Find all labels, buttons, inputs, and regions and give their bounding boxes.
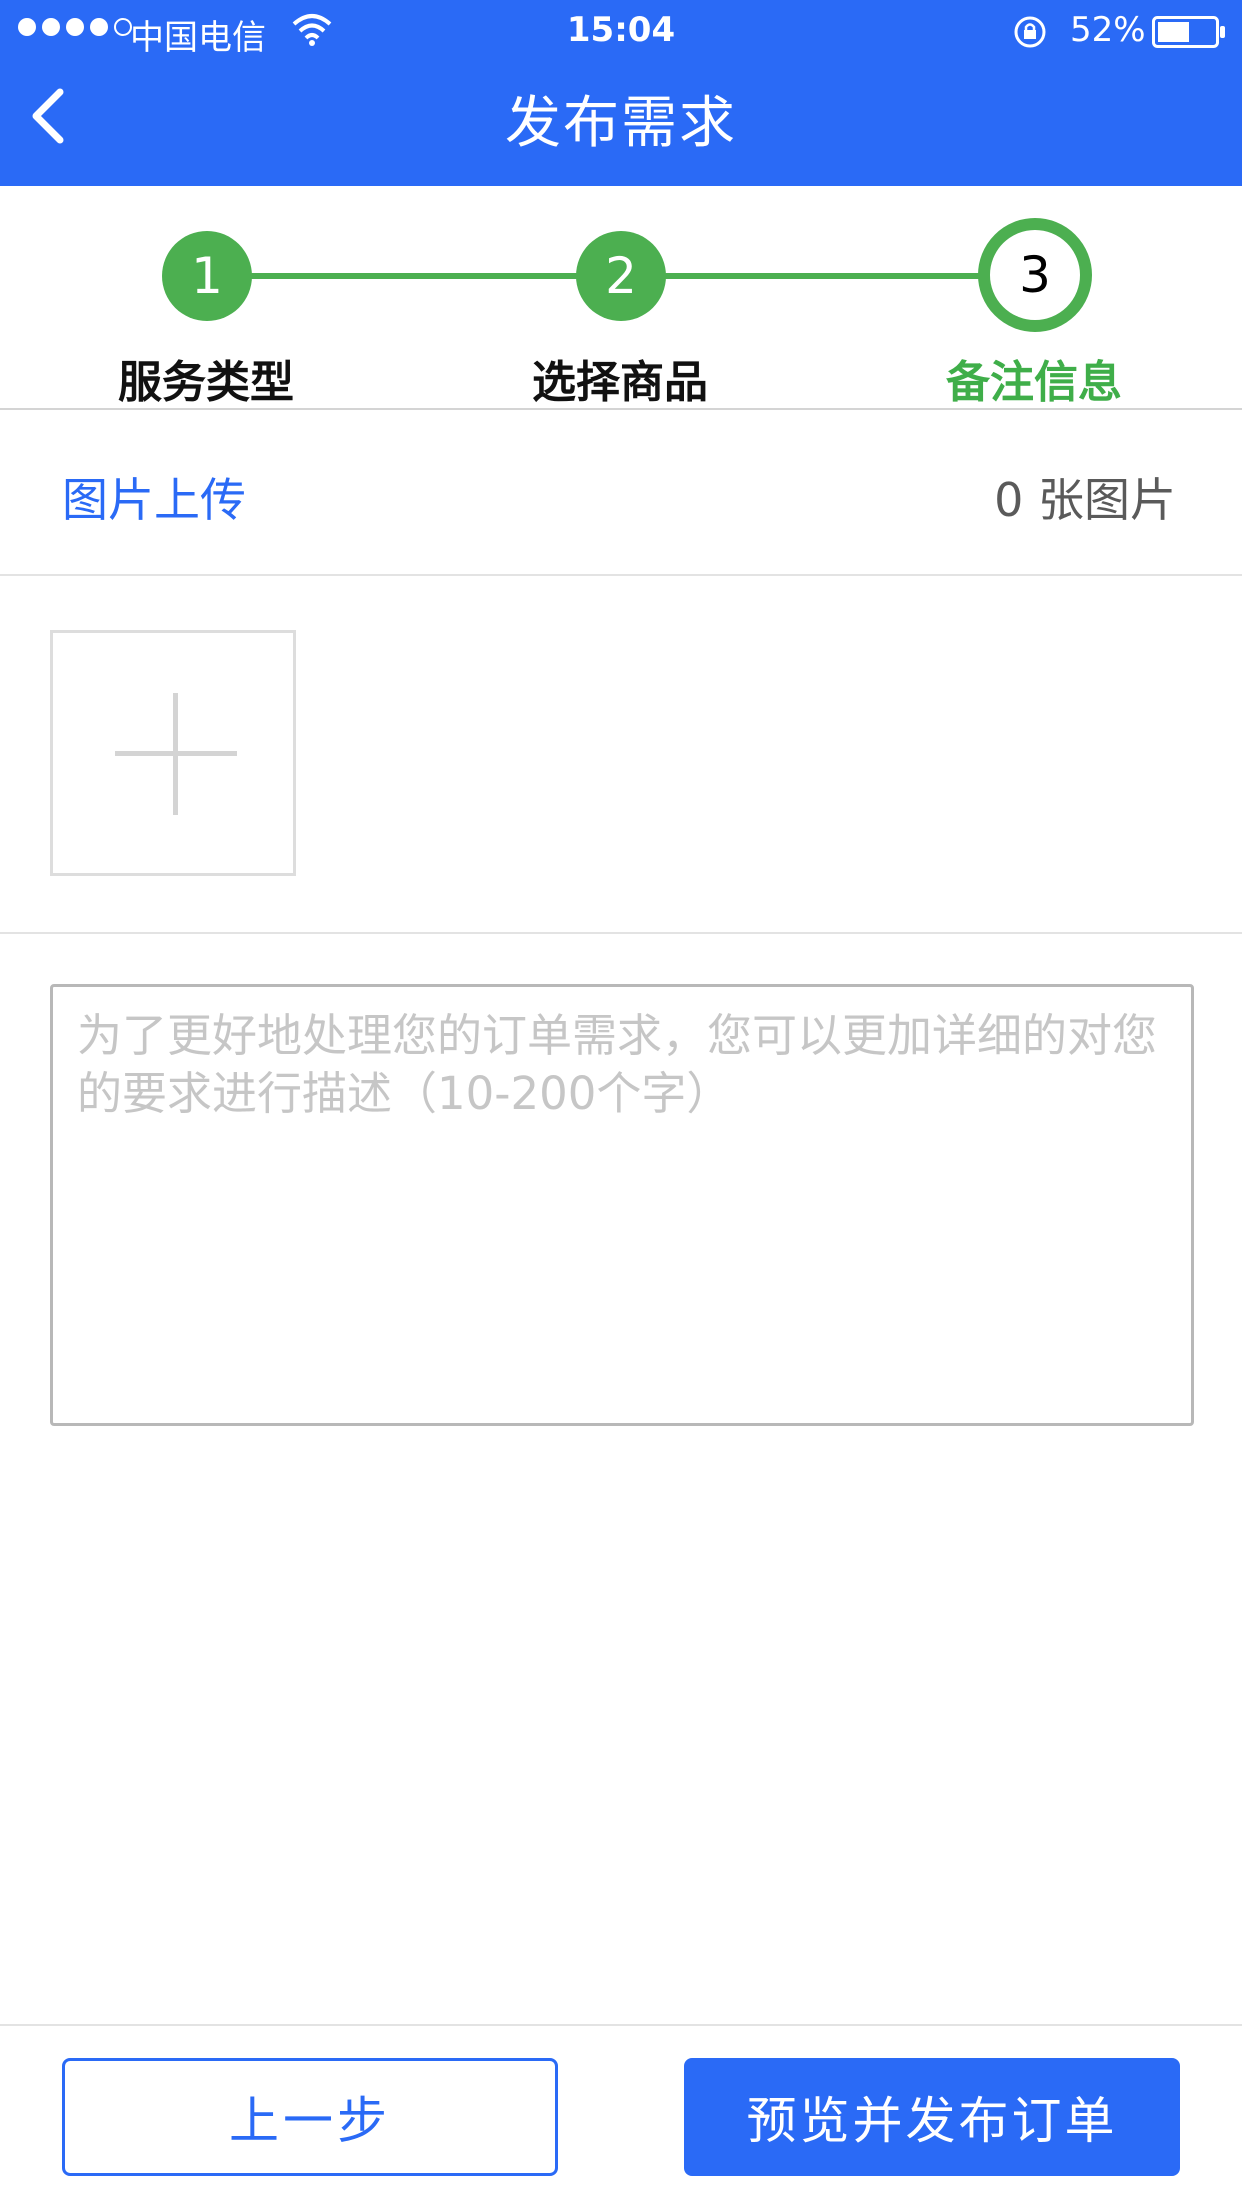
battery-icon [1152,16,1225,48]
image-upload-title: 图片上传 [62,473,246,527]
step-connector-2 [620,273,1040,279]
add-image-button[interactable] [50,630,296,876]
page-title: 发布需求 [505,91,737,156]
step-3-number: 3 [1019,246,1051,304]
step-2-circle: 2 [576,231,666,321]
description-textarea[interactable] [50,984,1194,1426]
image-upload-area [0,576,1242,934]
step-2-number: 2 [605,247,637,305]
app-header: 中国电信 15:04 52% 发布需求 [0,0,1242,186]
step-2-label: 选择商品 [532,357,708,408]
step-1-label: 服务类型 [118,357,294,408]
battery-percentage: 52% [1070,10,1146,50]
status-bar: 中国电信 15:04 52% [0,0,1242,62]
step-3-label: 备注信息 [946,357,1122,408]
step-connector-1 [206,273,620,279]
bottom-action-bar: 上一步 预览并发布订单 [0,2024,1242,2210]
orientation-lock-icon [1014,16,1046,48]
progress-stepper: 1 2 3 服务类型 选择商品 备注信息 [0,186,1242,410]
step-1-circle: 1 [162,231,252,321]
step-3-circle: 3 [978,218,1092,332]
status-time: 15:04 [566,10,676,50]
image-count: 0 张图片 [994,473,1176,527]
image-upload-header: 图片上传 0 张图片 [0,410,1242,576]
previous-step-button[interactable]: 上一步 [62,2058,558,2176]
preview-publish-button[interactable]: 预览并发布订单 [684,2058,1180,2176]
step-1-number: 1 [191,247,223,305]
